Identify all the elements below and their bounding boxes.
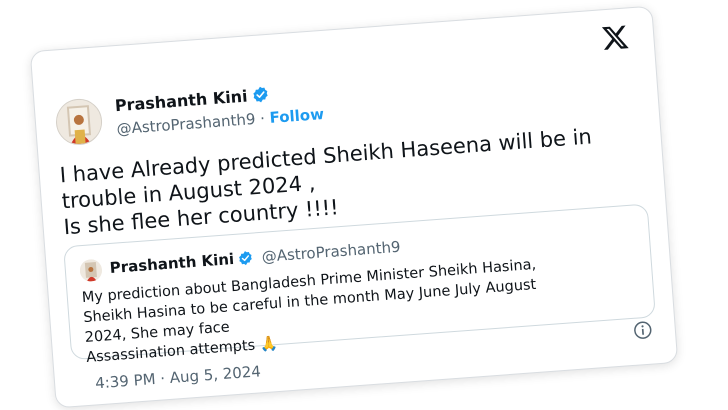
x-logo-icon[interactable] — [600, 22, 630, 52]
quoted-author-handle: @AstroPrashanth9 — [261, 237, 402, 266]
quoted-avatar-image — [79, 258, 103, 283]
author-avatar[interactable] — [54, 97, 104, 147]
verified-badge-icon — [253, 86, 268, 103]
handle-separator: · — [259, 109, 266, 128]
tweet-timestamp[interactable]: 4:39 PM · Aug 5, 2024 — [95, 362, 262, 392]
embedded-tweet-card[interactable]: Prashanth Kini @AstroPrashanth9 · Follow… — [29, 5, 679, 409]
quoted-author-avatar — [79, 258, 103, 283]
screenshot-stage: Prashanth Kini @AstroPrashanth9 · Follow… — [0, 0, 728, 410]
quoted-author-name: Prashanth Kini — [109, 249, 235, 278]
info-icon[interactable] — [632, 319, 653, 340]
follow-button[interactable]: Follow — [269, 105, 325, 127]
author-handle[interactable]: @AstroPrashanth9 — [116, 110, 256, 138]
quoted-verified-badge-icon — [238, 251, 252, 266]
avatar-image — [55, 98, 103, 146]
